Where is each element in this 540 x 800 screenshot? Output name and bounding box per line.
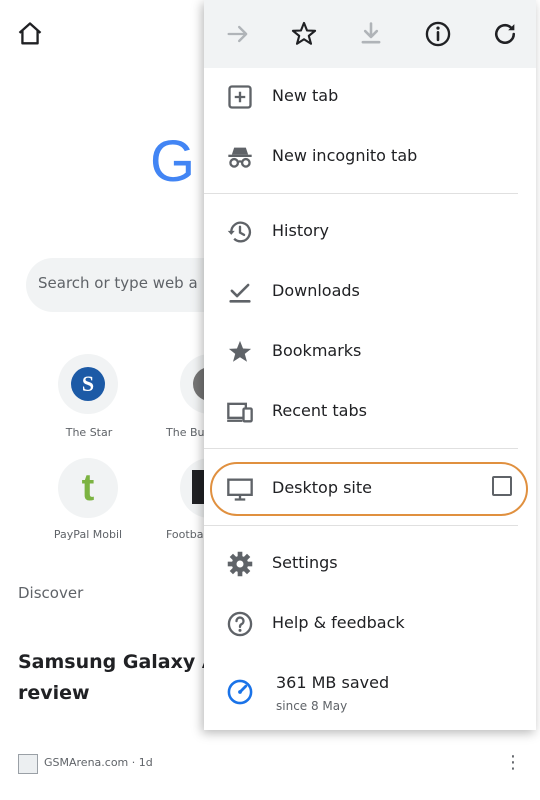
- menu-item-label: Bookmarks: [272, 341, 362, 360]
- google-logo: G: [150, 129, 195, 194]
- more-vert-icon[interactable]: ⋮: [504, 752, 522, 773]
- menu-divider: [204, 448, 518, 449]
- history-icon: [227, 221, 252, 243]
- menu-item-bookmarks[interactable]: Bookmarks: [204, 321, 536, 381]
- the-star-logo-icon: S: [71, 367, 105, 401]
- menu-item-recent-tabs[interactable]: Recent tabs: [204, 381, 536, 441]
- menu-item-new-tab[interactable]: New tab: [204, 66, 536, 126]
- info-icon[interactable]: [424, 20, 452, 48]
- menu-item-settings[interactable]: Settings: [204, 533, 536, 593]
- shortcut-label: Footba: [166, 528, 204, 541]
- menu-item-label: Downloads: [272, 281, 360, 300]
- menu-item-label: Settings: [272, 553, 338, 572]
- discover-heading: Discover: [18, 584, 84, 602]
- menu-item-new-incognito-tab[interactable]: New incognito tab: [204, 126, 536, 186]
- overflow-menu: New tab New incognito tab History Downlo…: [204, 0, 536, 730]
- data-saver-gauge-icon: [227, 679, 253, 705]
- site-logo-icon: t: [81, 467, 95, 509]
- help-icon: [227, 611, 253, 637]
- refresh-icon[interactable]: [491, 20, 519, 48]
- menu-item-history[interactable]: History: [204, 201, 536, 261]
- search-placeholder: Search or type web a: [38, 274, 198, 292]
- recent-tabs-devices-icon: [227, 402, 253, 423]
- source-favicon-icon: [18, 754, 38, 774]
- menu-item-label: Help & feedback: [272, 613, 405, 632]
- menu-item-label: New tab: [272, 86, 339, 105]
- incognito-icon: [228, 147, 252, 168]
- menu-item-label: History: [272, 221, 329, 240]
- data-saved-since: since 8 May: [276, 699, 348, 713]
- menu-item-help-feedback[interactable]: Help & feedback: [204, 593, 536, 653]
- home-icon[interactable]: [16, 20, 44, 48]
- bookmark-star-icon: [228, 340, 252, 362]
- shortcut-label: The Bu: [166, 426, 205, 439]
- forward-icon[interactable]: [224, 20, 252, 48]
- menu-item-label: New incognito tab: [272, 146, 418, 165]
- star-icon[interactable]: [290, 20, 318, 48]
- new-tab-icon: [228, 85, 252, 109]
- menu-divider: [204, 525, 518, 526]
- menu-toolbar: [204, 0, 536, 68]
- menu-divider: [204, 193, 518, 194]
- gear-icon: [227, 551, 253, 577]
- article-title[interactable]: Samsung Galaxy A review: [18, 647, 218, 709]
- desktop-site-highlight-outline: [210, 462, 528, 516]
- article-source: GSMArena.com · 1d: [44, 756, 153, 769]
- menu-item-label: Recent tabs: [272, 401, 367, 420]
- download-icon[interactable]: [357, 20, 385, 48]
- shortcut-label: PayPal Mobil: [53, 528, 123, 541]
- shortcut-label: The Star: [65, 426, 113, 439]
- menu-item-downloads[interactable]: Downloads: [204, 261, 536, 321]
- data-saved-amount: 361 MB saved: [276, 673, 390, 692]
- downloads-check-icon: [229, 283, 251, 303]
